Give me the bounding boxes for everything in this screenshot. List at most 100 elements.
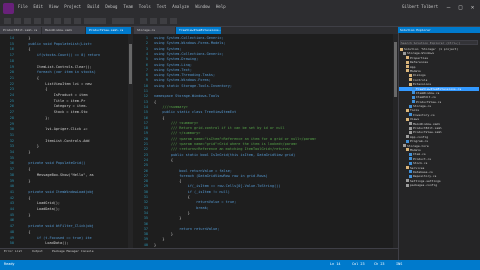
right_editor-code-line[interactable]: if(_isItem == row.Cells[0].Value.ToStrin… [154,184,281,188]
menu-item-edit[interactable]: Edit [33,4,43,9]
tab-storage-cs[interactable]: Storage.cs [134,27,175,34]
menu-item-project[interactable]: Project [64,4,81,9]
left_editor-code-line[interactable]: public void PopulateList(List< [20,42,91,46]
start-icon[interactable] [140,18,147,24]
left_editor-code-line[interactable]: Stock = item.Sto [20,110,88,114]
left_editor-code-line[interactable]: ListViewItem lvi = new [20,82,91,86]
attach-icon[interactable] [150,18,157,24]
left_editor-code-line[interactable]: lvi.Apriger.Click += [20,127,87,131]
left_editor-code-line[interactable]: Category = item. [20,104,88,108]
right_editor-code-line[interactable]: using System; [154,47,181,51]
left_editor-code-line[interactable]: Title = item.Pr [20,99,86,103]
right_editor-code-line[interactable]: } [154,237,164,241]
right_editor-code-line[interactable]: using static Storage.Tools.Inventory; [154,84,232,88]
left-code-editor[interactable]: } public void PopulateList(List< { if(st… [18,34,128,248]
right_editor-code-line[interactable]: using System.Collections.Generic; [154,36,224,40]
left_editor-code-line[interactable]: private void btFilter_Click(obj [20,224,93,228]
new-file-icon[interactable] [24,18,31,24]
save-icon[interactable] [44,18,51,24]
right_editor-code-line[interactable]: break; [154,206,209,210]
left_editor-code-line[interactable]: private void PopulateGrid() [20,161,85,165]
find-icon[interactable] [170,18,177,24]
left_editor-code-line[interactable]: } [20,144,39,148]
back-icon[interactable] [4,18,11,24]
right_editor-code-line[interactable]: /// </summary> [154,131,201,135]
left_editor-code-line[interactable]: LoadData(); [20,207,60,211]
breakpoint-icon[interactable] [160,18,167,24]
right_editor-code-line[interactable]: bool returnValue = false; [154,169,232,173]
left_editor-code-line[interactable]: foreach (var item in stocks) [20,70,96,74]
bottom-tab-error-list[interactable]: Error List [4,249,22,253]
left_editor-code-line[interactable]: if (t.Focused == true) ite [20,236,92,240]
right_editor-code-line[interactable]: { [154,195,190,199]
right_editor-code-line[interactable]: using System.Collections.Generic; [154,52,224,56]
right_editor-code-line[interactable]: using System.Windows.Forms.Models; [154,41,226,45]
solution-tree-item[interactable]: packages.config [399,183,479,187]
left_editor-code-line[interactable]: LoadData(); [20,241,68,245]
tab-mainwindow-xaml[interactable]: MainWindow.xaml [42,27,85,34]
tab-productview-xaml-cs[interactable]: ProductView.xaml.cs [86,27,131,34]
left_editor-code-line[interactable]: { [20,196,30,200]
right_editor-code-line[interactable]: } [154,243,156,247]
left_editor-code-line[interactable]: private void ItemWindowLoad(obj [20,190,93,194]
config-dropdown[interactable] [84,18,106,24]
solution-explorer-search-input[interactable]: Search Solution Explorer (Ctrl+;) [400,40,478,45]
menu-item-debug[interactable]: Debug [105,4,117,9]
forward-icon[interactable] [14,18,21,24]
right_editor-code-line[interactable]: public static class TreeViewItemExt [154,110,236,114]
left_editor-code-line[interactable]: MessageBox.Show("Hello", as [20,173,94,177]
left_editor-code-line[interactable]: { [20,167,30,171]
tab-treeviewitemextensions-cs[interactable]: TreeViewItemExtensions.cs [176,27,221,34]
right_editor-code-line[interactable]: if (_isItem != null) [154,190,230,194]
tab-productedit-xaml-cs[interactable]: ProductEdit.xaml.cs [0,27,41,34]
menu-item-help[interactable]: Help [216,4,226,9]
menu-item-window[interactable]: Window [195,4,209,9]
left_editor-code-line[interactable]: { [20,47,30,51]
right_editor-code-line[interactable]: { [154,100,156,104]
left-scrollbar[interactable] [128,34,133,248]
undo-icon[interactable] [64,18,71,24]
right_editor-code-line[interactable]: using System.Threading.Tasks; [154,73,215,77]
right-scroll-thumb[interactable] [394,42,397,97]
user-name[interactable]: Gilbert Tolbert [402,4,438,9]
left_editor-code-line[interactable]: { [20,87,47,91]
menu-item-file[interactable]: File [18,4,28,9]
right_editor-code-line[interactable]: foreach (DataGridViewRow row in grid.Row… [154,174,268,178]
right_editor-code-line[interactable]: ///<summary> [154,105,187,109]
left_editor-code-line[interactable]: } [20,213,30,217]
open-icon[interactable] [34,18,41,24]
menu-item-team[interactable]: Team [123,4,133,9]
right_editor-code-line[interactable]: } [154,216,181,220]
left_editor-code-line[interactable]: } [20,150,30,154]
right_editor-code-line[interactable]: returnValue = true; [154,200,236,204]
redo-icon[interactable] [74,18,81,24]
save-all-icon[interactable] [54,18,61,24]
right_editor-code-line[interactable]: /// <returns>Reference an matching ItemT… [154,147,291,151]
right_editor-code-line[interactable]: { [154,116,164,120]
right_editor-code-line[interactable]: namespace Storage.Windows.Tools [154,94,219,98]
left_editor-code-line[interactable]: } [20,36,30,40]
close-icon[interactable]: ✕ [468,3,477,12]
right_editor-code-line[interactable]: public static bool IsInGrid(this isItem,… [154,153,295,157]
left_editor-code-line[interactable]: } [20,179,30,183]
left_editor-code-line[interactable]: ItemList.Controls.Clear(); [20,65,92,69]
menu-item-build[interactable]: Build [87,4,99,9]
left-scroll-thumb[interactable] [129,44,132,84]
right_editor-code-line[interactable]: using System.Linq; [154,63,192,67]
left_editor-code-line[interactable]: LoadGrid(); [20,201,60,205]
right_editor-code-line[interactable]: using System.Windows.Forms; [154,78,211,82]
left_editor-code-line[interactable]: { [20,76,39,80]
maximize-icon[interactable]: □ [456,3,465,12]
right-code-editor[interactable]: using System.Collections.Generic; using S… [152,34,392,248]
right_editor-code-line[interactable]: /// <param name="grid">Grid where the it… [154,142,297,146]
right_editor-code-line[interactable]: /// <summary> [154,121,198,125]
right_editor-code-line[interactable]: using System.Drawing; [154,57,198,61]
bottom-tab-package-manager-console[interactable]: Package Manager Console [52,249,94,253]
right_editor-code-line[interactable]: { [154,179,181,183]
right_editor-code-line[interactable]: } [154,232,173,236]
left_editor-code-line[interactable]: }; [20,116,49,120]
menu-item-analyze[interactable]: Analyze [172,4,189,9]
menu-item-tools[interactable]: Tools [139,4,151,9]
right_editor-code-line[interactable]: /// <param name="isItem">Reference an it… [154,137,316,141]
left_editor-code-line[interactable]: IsProduct = item [20,93,88,97]
